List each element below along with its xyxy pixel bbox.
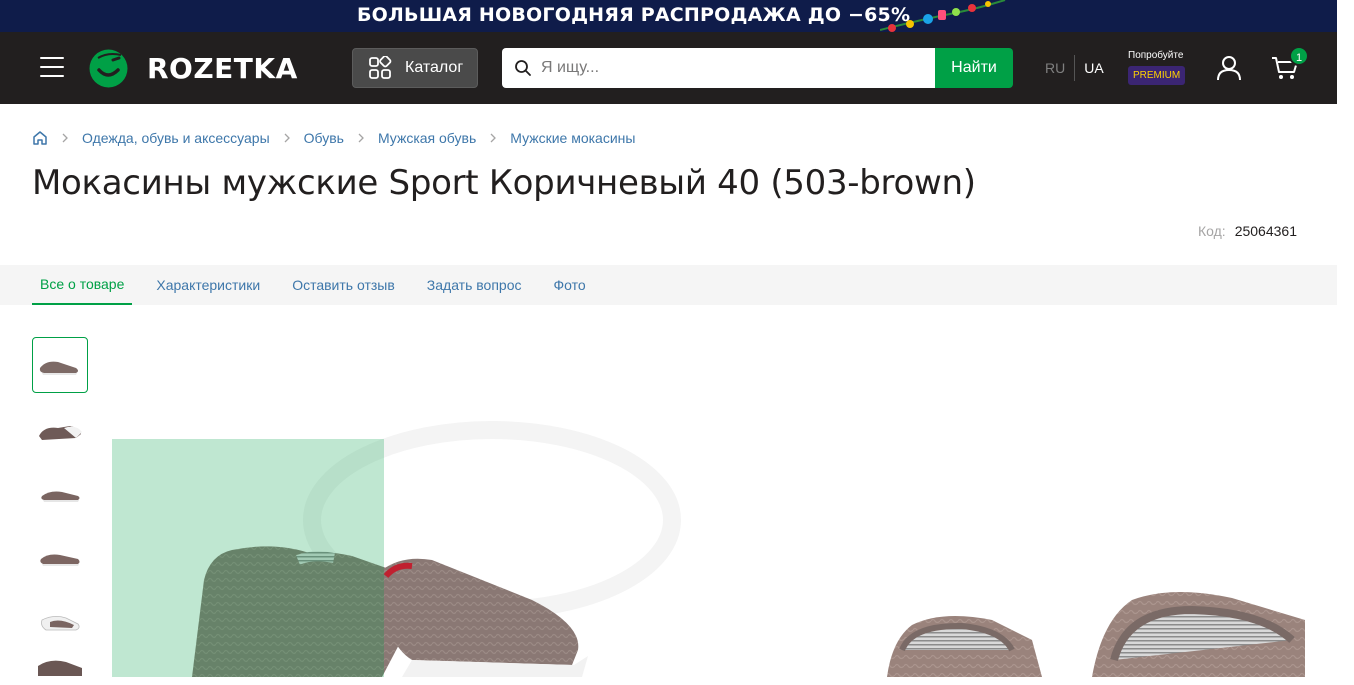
- chevron-right-icon: [62, 133, 68, 143]
- gallery-thumbnail[interactable]: [32, 465, 88, 521]
- promo-text: БОЛЬШАЯ НОВОГОДНЯЯ РАСПРОДАЖА ДО −65%: [357, 4, 911, 26]
- search-form: Найти: [502, 48, 1013, 88]
- shoe-thumbnail-image: [39, 361, 78, 375]
- gallery-thumbnail[interactable]: [32, 337, 88, 393]
- gallery-thumbnail[interactable]: [32, 657, 88, 677]
- main-product-image[interactable]: [112, 320, 1305, 677]
- language-switcher: RU UA: [1036, 54, 1113, 82]
- lang-ua-option[interactable]: UA: [1075, 60, 1112, 76]
- chevron-right-icon: [284, 133, 290, 143]
- lang-ru-option[interactable]: RU: [1036, 60, 1074, 76]
- promo-banner[interactable]: БОЛЬШАЯ НОВОГОДНЯЯ РАСПРОДАЖА ДО −65%: [0, 0, 1337, 32]
- tab-characteristics[interactable]: Характеристики: [148, 265, 268, 305]
- menu-burger-button[interactable]: [40, 57, 64, 79]
- logo[interactable]: ROZETKA: [88, 46, 298, 90]
- gallery-thumbnail[interactable]: [32, 593, 88, 649]
- search-box: [502, 48, 935, 88]
- search-button[interactable]: Найти: [935, 48, 1013, 88]
- tab-photo[interactable]: Фото: [546, 265, 594, 305]
- premium-badge: PREMIUM: [1128, 66, 1186, 85]
- page-title: Мокасины мужские Sport Коричневый 40 (50…: [32, 163, 976, 203]
- breadcrumb: Одежда, обувь и аксессуары Обувь Мужская…: [32, 128, 635, 148]
- breadcrumb-link[interactable]: Мужские мокасины: [510, 130, 635, 146]
- logo-text: ROZETKA: [147, 51, 298, 85]
- product-code: Код: 25064361: [1198, 223, 1297, 239]
- gallery-thumbnails: [32, 337, 88, 685]
- logo-smile-icon: [89, 49, 128, 87]
- breadcrumb-link[interactable]: Обувь: [304, 130, 344, 146]
- cart-count-badge: 1: [1289, 46, 1309, 66]
- premium-promo[interactable]: Попробуйте PREMIUM: [1128, 50, 1190, 85]
- shoe-thumbnail-image: [41, 491, 80, 502]
- product-code-label: Код:: [1198, 223, 1226, 239]
- site-header: ROZETKA Каталог Найти RU UA Попробуйте P…: [0, 32, 1337, 104]
- tab-ask-question[interactable]: Задать вопрос: [419, 265, 530, 305]
- gallery-thumbnail[interactable]: [32, 401, 88, 457]
- catalog-grid-icon: [369, 56, 392, 79]
- premium-try-label: Попробуйте: [1128, 50, 1184, 61]
- garland-decoration: [880, 0, 1006, 32]
- chevron-right-icon: [358, 133, 364, 143]
- tab-all-about[interactable]: Все о товаре: [32, 265, 133, 305]
- shoe-thumbnail-image: [38, 660, 82, 676]
- home-icon[interactable]: [32, 130, 48, 146]
- product-tabs: Все о товаре Характеристики Оставить отз…: [0, 265, 1337, 305]
- tab-leave-review[interactable]: Оставить отзыв: [284, 265, 403, 305]
- user-icon[interactable]: [1215, 54, 1243, 82]
- search-input[interactable]: [541, 59, 921, 77]
- catalog-label: Каталог: [405, 59, 464, 76]
- chevron-right-icon: [490, 133, 497, 143]
- breadcrumb-link[interactable]: Одежда, обувь и аксессуары: [82, 130, 270, 146]
- shoe-thumbnail-image: [41, 616, 80, 631]
- image-hover-overlay: [112, 439, 384, 677]
- product-code-value: 25064361: [1234, 223, 1297, 239]
- shoe-thumbnail-image: [39, 426, 82, 440]
- shoe-thumbnail-image: [40, 554, 80, 566]
- catalog-button[interactable]: Каталог: [352, 48, 478, 88]
- gallery-thumbnail[interactable]: [32, 529, 88, 585]
- breadcrumb-link[interactable]: Мужская обувь: [378, 130, 476, 146]
- search-icon: [515, 60, 531, 76]
